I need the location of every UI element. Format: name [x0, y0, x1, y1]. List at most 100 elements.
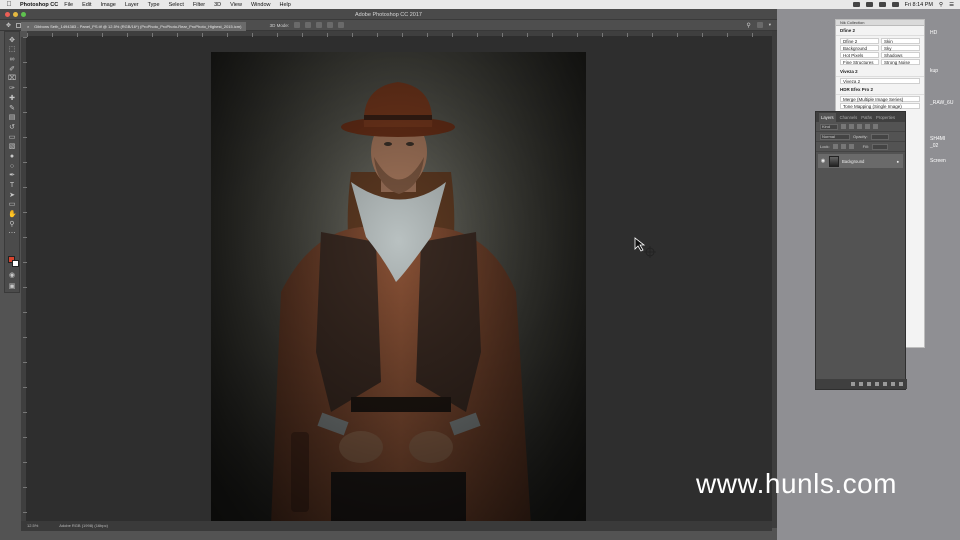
3d-scale-icon[interactable] — [338, 22, 345, 28]
menu-3d[interactable]: 3D — [214, 2, 221, 8]
3d-rotate-icon[interactable] — [294, 22, 301, 28]
kind-filter-dropdown[interactable]: Kind — [820, 123, 838, 130]
gradient-tool-button[interactable]: ▧ — [8, 143, 16, 151]
dfine-option[interactable]: Dfine 2 — [840, 38, 879, 44]
volume-icon[interactable] — [878, 2, 886, 7]
viveza-option[interactable]: Viveza 2 — [840, 78, 920, 84]
desktop-label[interactable]: HD — [930, 30, 937, 36]
tab-properties[interactable]: Properties — [876, 115, 895, 120]
workspace-icon[interactable] — [756, 22, 763, 28]
desktop-label[interactable]: Screen — [930, 158, 946, 164]
apple-icon[interactable]:  — [4, 1, 14, 8]
close-tab-icon[interactable]: × — [27, 22, 33, 31]
menu-select[interactable]: Select — [169, 2, 184, 8]
dfine-option[interactable]: Skin — [881, 38, 920, 44]
eraser-tool-button[interactable]: ▭ — [8, 134, 16, 142]
menu-help[interactable]: Help — [280, 2, 291, 8]
delete-layer-icon[interactable] — [899, 382, 903, 386]
clone-stamp-tool-button[interactable]: ▤ — [8, 114, 16, 122]
move-tool-icon[interactable]: ✥ — [6, 22, 11, 29]
layer-row-background[interactable]: ◉ Background ● — [818, 154, 903, 168]
wifi-icon[interactable] — [865, 2, 873, 7]
dfine-option[interactable]: Strong Noise — [881, 59, 920, 65]
healing-tool-button[interactable]: ✚ — [8, 95, 16, 103]
hdr-option[interactable]: Tone Mapping (Single Image) — [840, 103, 920, 109]
menu-filter[interactable]: Filter — [193, 2, 205, 8]
background-color-swatch[interactable] — [12, 260, 19, 267]
adjustment-layer-icon[interactable] — [875, 382, 879, 386]
menu-type[interactable]: Type — [148, 2, 160, 8]
move-tool-button[interactable]: ✥ — [8, 37, 16, 45]
lock-position-icon[interactable] — [840, 144, 846, 149]
notification-icon[interactable]: ☰ — [949, 2, 954, 8]
brush-tool-button[interactable]: ✎ — [8, 105, 16, 113]
desktop-label[interactable]: _02 — [930, 143, 938, 149]
tab-layers[interactable]: Layers — [819, 112, 836, 122]
dodge-tool-button[interactable]: ○ — [8, 163, 16, 171]
menu-layer[interactable]: Layer — [125, 2, 139, 8]
zoom-level[interactable]: 12.5% — [27, 523, 38, 528]
filter-adjustment-icon[interactable] — [849, 124, 854, 129]
document-tab[interactable]: × Gibbons Seth_1494383 - Panel_PS.tif @ … — [21, 22, 246, 31]
workspace-menu-icon[interactable]: ▾ — [769, 22, 771, 28]
marquee-tool-button[interactable]: ⬚ — [8, 46, 16, 54]
vertical-scrollbar[interactable] — [772, 31, 777, 528]
lock-all-icon[interactable] — [848, 144, 854, 149]
menu-view[interactable]: View — [230, 2, 242, 8]
lock-pixels-icon[interactable] — [832, 144, 838, 149]
zoom-tool-button[interactable]: ⚲ — [8, 221, 16, 229]
clock[interactable]: Fri 8:14 PM — [905, 2, 933, 8]
filter-type-icon[interactable] — [857, 124, 862, 129]
battery-icon[interactable] — [891, 2, 899, 7]
more-tools-button[interactable]: ⋯ — [8, 230, 16, 238]
menu-edit[interactable]: Edit — [82, 2, 91, 8]
toolbox-grip[interactable] — [5, 32, 19, 35]
menu-file[interactable]: File — [64, 2, 73, 8]
path-select-tool-button[interactable]: ➤ — [8, 192, 16, 200]
fill-field[interactable] — [871, 143, 888, 150]
tab-paths[interactable]: Paths — [861, 115, 872, 120]
filter-shape-icon[interactable] — [865, 124, 870, 129]
3d-roll-icon[interactable] — [305, 22, 312, 28]
blend-mode-dropdown[interactable]: Normal — [820, 133, 850, 140]
dfine-option[interactable]: Background — [840, 45, 879, 51]
filter-smart-icon[interactable] — [873, 124, 878, 129]
layer-mask-icon[interactable] — [867, 382, 871, 386]
hdr-section-title[interactable]: HDR Efex Pro 2 — [836, 85, 924, 95]
new-layer-icon[interactable] — [891, 382, 895, 386]
filter-pixel-icon[interactable] — [841, 124, 846, 129]
dfine-option[interactable]: Sky — [881, 45, 920, 51]
dfine-option[interactable]: Shadows — [881, 52, 920, 58]
blur-tool-button[interactable]: ● — [8, 153, 16, 161]
crop-tool-button[interactable]: ⌧ — [8, 75, 16, 83]
history-brush-tool-button[interactable]: ↺ — [8, 124, 16, 132]
pen-tool-button[interactable]: ✒ — [8, 172, 16, 180]
lasso-tool-button[interactable]: ∞ — [8, 56, 16, 64]
layer-name[interactable]: Background — [842, 159, 864, 164]
search-icon[interactable]: ⚲ — [746, 22, 750, 29]
desktop-label[interactable]: kup — [930, 68, 938, 74]
3d-slide-icon[interactable] — [327, 22, 334, 28]
desktop-label[interactable]: _RAW_6U — [930, 100, 953, 106]
type-tool-button[interactable]: T — [8, 182, 16, 190]
doc-info[interactable]: Adobe RGB (1998) (16bpc) — [59, 523, 108, 528]
spotlight-icon[interactable]: ⚲ — [939, 2, 943, 8]
layer-style-icon[interactable] — [859, 382, 863, 386]
lock-icon[interactable]: ● — [896, 159, 899, 164]
dfine-option[interactable]: Hot Pixels — [840, 52, 879, 58]
opacity-field[interactable] — [870, 133, 889, 140]
menu-app-name[interactable]: Photoshop CC — [20, 2, 58, 8]
shape-tool-button[interactable]: ▭ — [8, 201, 16, 209]
hand-tool-button[interactable]: ✋ — [8, 211, 17, 219]
dfine-section-title[interactable]: Dfine 2 — [836, 26, 924, 36]
quick-select-tool-button[interactable]: ✐ — [8, 66, 16, 74]
dropbox-icon[interactable] — [852, 2, 860, 7]
desktop-label[interactable]: SH4MI — [930, 136, 945, 142]
dfine-option[interactable]: Fine Structures — [840, 59, 879, 65]
new-group-icon[interactable] — [883, 382, 887, 386]
menu-window[interactable]: Window — [251, 2, 271, 8]
tab-channels[interactable]: Channels — [840, 115, 858, 120]
screen-mode-button[interactable]: ▣ — [8, 283, 16, 291]
3d-drag-icon[interactable] — [316, 22, 323, 28]
eyedropper-tool-button[interactable]: ✑ — [8, 85, 16, 93]
